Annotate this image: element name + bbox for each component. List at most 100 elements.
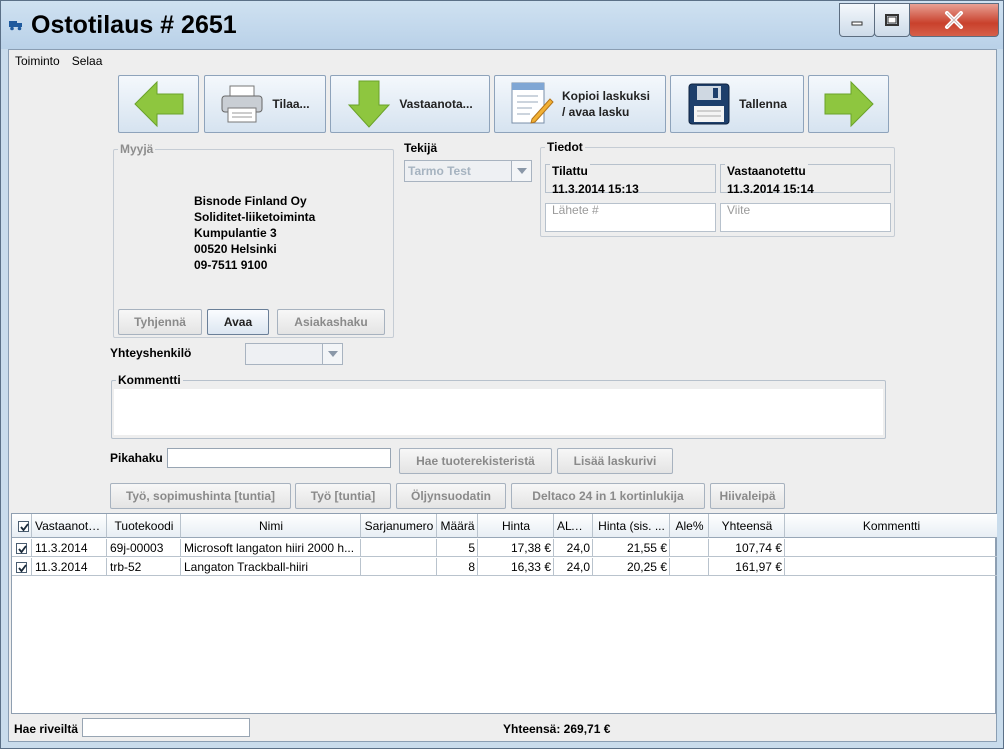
cell-product-code[interactable]: trb-52 — [107, 558, 181, 576]
select-all-header[interactable] — [12, 514, 32, 538]
previous-button[interactable] — [118, 75, 199, 133]
col-price[interactable]: Hinta — [478, 514, 554, 538]
col-price-incl[interactable]: Hinta (sis. ... — [593, 514, 670, 538]
cell-total[interactable]: 107,74 € — [709, 539, 785, 557]
maximize-button[interactable] — [874, 3, 910, 37]
quick-product-card-reader[interactable]: Deltaco 24 in 1 kortinlukija — [511, 483, 705, 509]
arrow-down-icon — [348, 80, 391, 128]
cell-vat[interactable]: 24,0 — [554, 539, 593, 557]
copy-to-invoice-button[interactable]: Kopioi laskuksi / avaa lasku — [494, 75, 666, 133]
order-button[interactable]: Tilaa... — [204, 75, 326, 133]
cell-price[interactable]: 17,38 € — [478, 539, 554, 557]
cell-total[interactable]: 161,97 € — [709, 558, 785, 576]
cell-discount[interactable] — [670, 558, 709, 576]
cell-price[interactable]: 16,33 € — [478, 558, 554, 576]
ordered-box: Tilattu 11.3.2014 15:13 — [545, 164, 716, 196]
seller-address: Bisnode Finland Oy Soliditet-liiketoimin… — [194, 193, 315, 273]
row-filter-input[interactable] — [82, 718, 250, 737]
cell-vat[interactable]: 24,0 — [554, 558, 593, 576]
window-controls — [839, 3, 999, 37]
receive-button[interactable]: Vastaanota... — [330, 75, 490, 133]
cell-name[interactable]: Langaton Trackball-hiiri — [181, 558, 361, 576]
clear-seller-button[interactable]: Tyhjennä — [118, 309, 202, 335]
reference-field[interactable]: Viite — [720, 203, 891, 232]
comment-group: Kommentti — [111, 373, 886, 439]
maker-dropdown-arrow[interactable] — [511, 161, 531, 181]
seller-division: Soliditet-liiketoiminta — [194, 210, 316, 224]
close-button[interactable] — [909, 3, 999, 37]
comment-label: Kommentti — [116, 373, 183, 387]
title-bar[interactable]: Ostotilaus # 2651 — [1, 1, 1003, 49]
col-name[interactable]: Nimi — [181, 514, 361, 538]
checkmark-icon — [18, 564, 27, 573]
col-total[interactable]: Yhteensä — [709, 514, 785, 538]
add-invoice-row-button[interactable]: Lisää laskurivi — [557, 448, 673, 474]
shipment-number-field[interactable]: Lähete # — [545, 203, 716, 232]
row-checkbox[interactable] — [16, 562, 27, 574]
order-button-label: Tilaa... — [272, 97, 310, 111]
cell-comment[interactable] — [785, 558, 997, 576]
col-comment[interactable]: Kommentti — [785, 514, 997, 538]
maker-select[interactable]: Tarmo Test — [404, 160, 532, 182]
cell-serial[interactable] — [361, 539, 437, 557]
table-row[interactable]: 11.3.2014 69j-00003 Microsoft langaton h… — [12, 539, 997, 557]
cell-price-incl[interactable]: 21,55 € — [593, 539, 670, 557]
minimize-icon — [851, 21, 863, 26]
col-received[interactable]: Vastaanote... — [32, 514, 107, 538]
comment-textarea[interactable] — [114, 389, 883, 435]
col-serial[interactable]: Sarjanumero — [361, 514, 437, 538]
copy-to-invoice-line1: Kopioi laskuksi — [561, 89, 651, 103]
contact-dropdown-arrow[interactable] — [322, 344, 342, 364]
checkmark-icon — [18, 545, 27, 554]
cell-name[interactable]: Microsoft langaton hiiri 2000 h... — [181, 539, 361, 557]
row-select-cell[interactable] — [12, 539, 32, 557]
menu-toiminto[interactable]: Toiminto — [9, 50, 66, 72]
close-icon — [945, 11, 963, 29]
col-vat[interactable]: ALV-% — [554, 514, 593, 538]
col-quantity[interactable]: Määrä — [437, 514, 478, 538]
contact-select[interactable] — [245, 343, 343, 365]
window-content: Toiminto Selaa Tilaa... Vastaanota... Ko… — [8, 49, 997, 742]
maximize-icon — [885, 14, 899, 26]
open-seller-button[interactable]: Avaa — [207, 309, 269, 335]
col-product-code[interactable]: Tuotekoodi — [107, 514, 181, 538]
quick-product-yeast-bread[interactable]: Hiivaleipä — [710, 483, 785, 509]
cell-product-code[interactable]: 69j-00003 — [107, 539, 181, 557]
customer-search-button[interactable]: Asiakashaku — [277, 309, 385, 335]
cell-quantity[interactable]: 8 — [437, 558, 478, 576]
seller-name: Bisnode Finland Oy — [194, 194, 307, 208]
order-lines-table: Vastaanote... Tuotekoodi Nimi Sarjanumer… — [11, 513, 997, 714]
cell-received[interactable]: 11.3.2014 — [32, 539, 107, 557]
checkmark-icon — [20, 523, 29, 532]
cell-price-incl[interactable]: 20,25 € — [593, 558, 670, 576]
quick-product-work-hours[interactable]: Työ [tuntia] — [295, 483, 391, 509]
quick-search-input[interactable] — [167, 448, 391, 468]
shipment-number-label: Lähete # — [552, 203, 599, 217]
seller-group: Myyjä Bisnode Finland Oy Soliditet-liike… — [113, 142, 394, 338]
quick-search-label: Pikahaku — [110, 451, 163, 465]
row-select-cell[interactable] — [12, 558, 32, 576]
cell-comment[interactable] — [785, 539, 997, 557]
row-checkbox[interactable] — [16, 543, 27, 555]
seller-phone: 09-7511 9100 — [194, 258, 268, 272]
cell-discount[interactable] — [670, 539, 709, 557]
contact-value — [246, 344, 322, 364]
col-discount[interactable]: Ale% — [670, 514, 709, 538]
search-registry-button[interactable]: Hae tuoterekisteristä — [399, 448, 552, 474]
cell-quantity[interactable]: 5 — [437, 539, 478, 557]
quick-product-work-contract[interactable]: Työ, sopimushinta [tuntia] — [110, 483, 291, 509]
cell-serial[interactable] — [361, 558, 437, 576]
info-title: Tiedot — [545, 140, 585, 154]
table-row[interactable]: 11.3.2014 trb-52 Langaton Trackball-hiir… — [12, 558, 997, 576]
cell-received[interactable]: 11.3.2014 — [32, 558, 107, 576]
row-filter-label: Hae riveiltä — [14, 722, 79, 736]
document-edit-icon — [511, 82, 554, 124]
quick-product-oil-filter[interactable]: Öljynsuodatin — [396, 483, 506, 509]
next-button[interactable] — [808, 75, 889, 133]
minimize-button[interactable] — [839, 3, 875, 37]
seller-city: 00520 Helsinki — [194, 242, 277, 256]
select-all-checkbox[interactable] — [18, 521, 29, 533]
app-window: Ostotilaus # 2651 Toiminto Selaa Tilaa..… — [0, 0, 1004, 749]
save-button[interactable]: Tallenna — [670, 75, 804, 133]
menu-selaa[interactable]: Selaa — [66, 50, 109, 72]
